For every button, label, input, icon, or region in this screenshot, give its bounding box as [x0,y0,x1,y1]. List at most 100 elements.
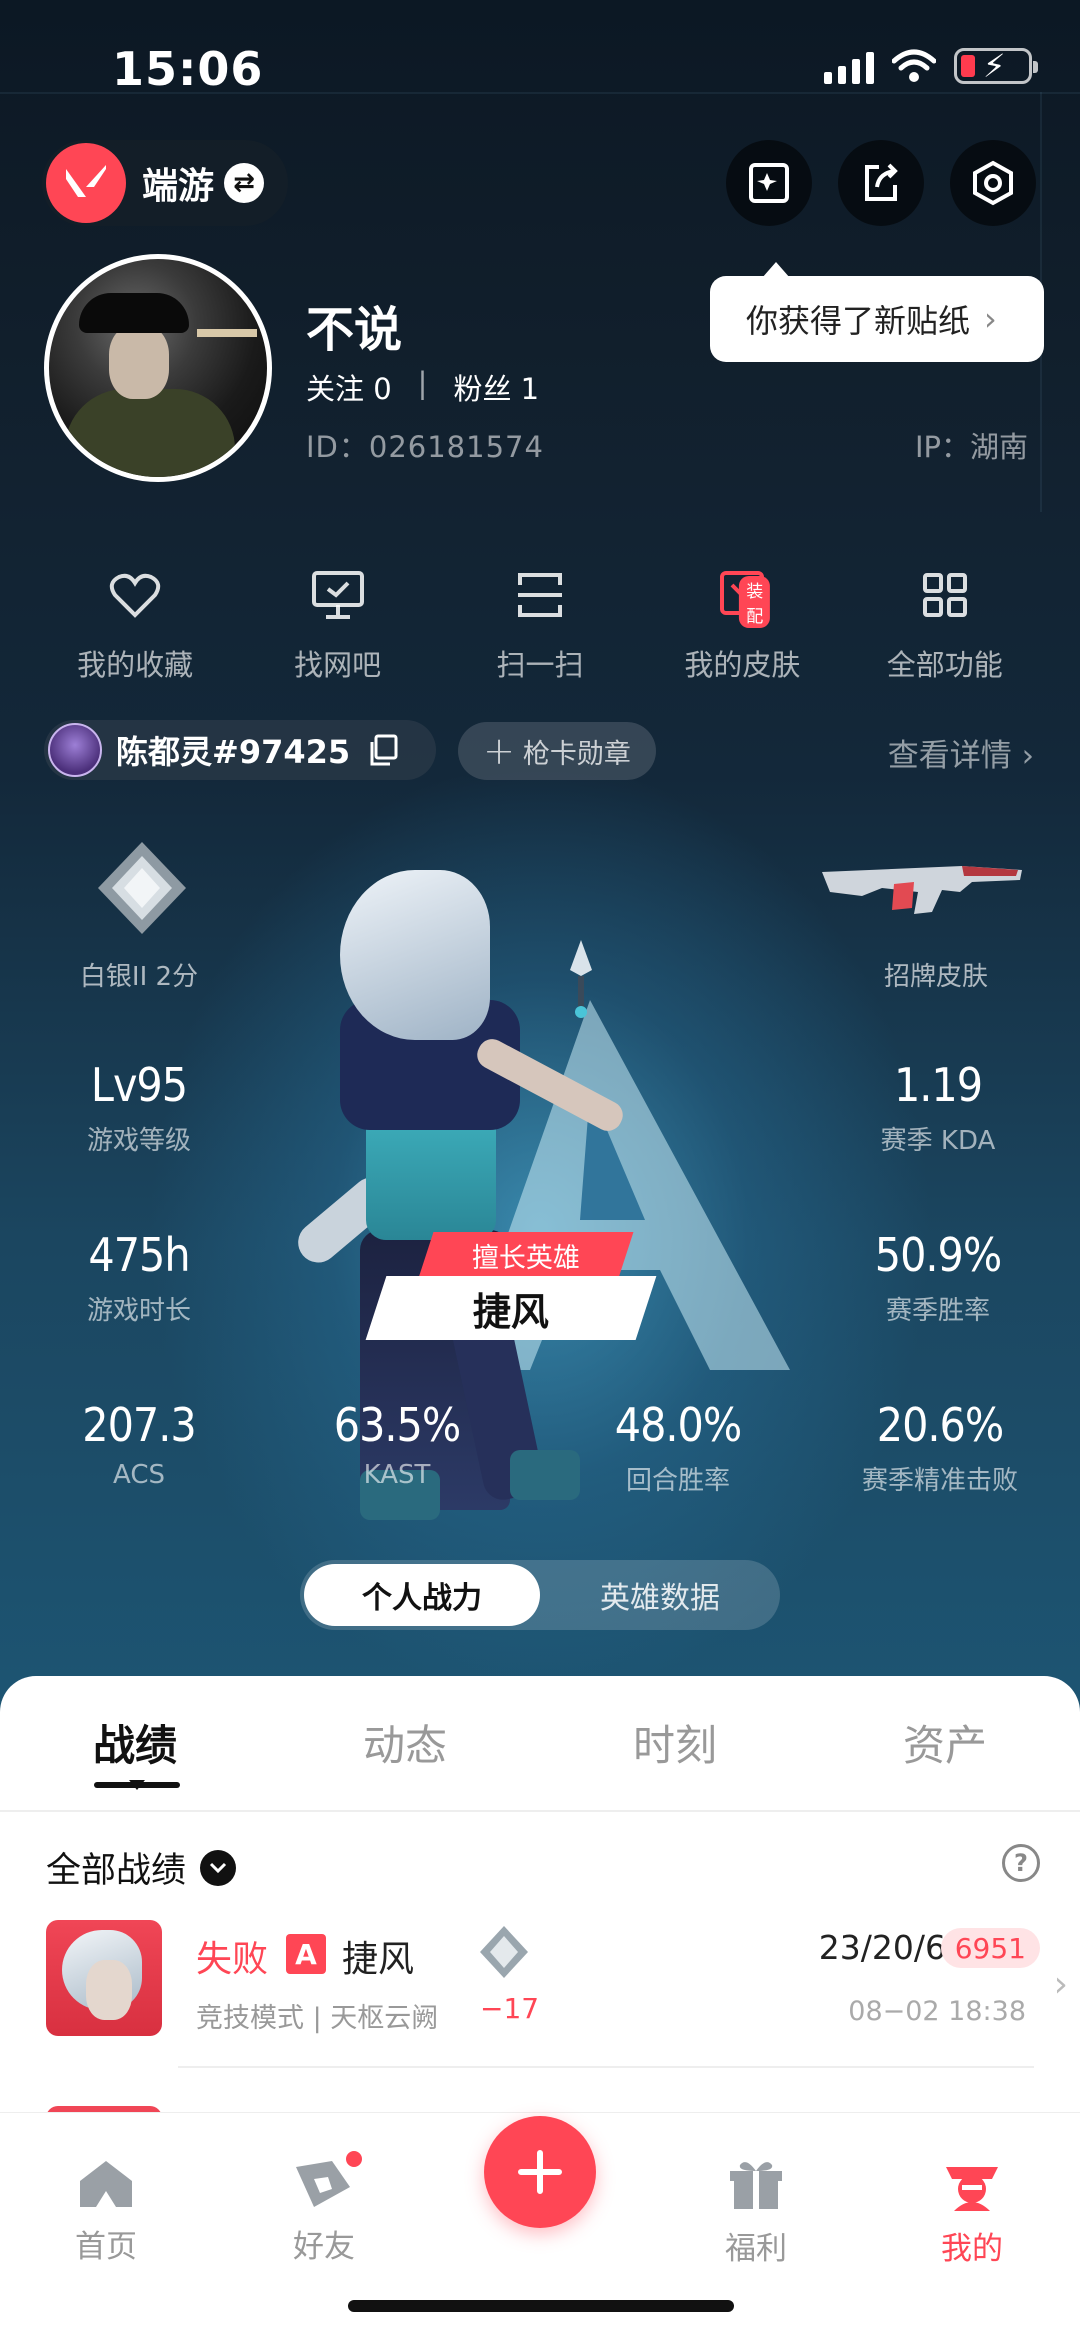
match-score: 6951 [940,1928,1040,1968]
quick-item-label: 我的皮肤 [684,648,801,682]
ip-location: IP：湖南 [914,430,1028,464]
create-post-button[interactable] [484,2116,596,2228]
user-id: ID：026181574 [306,430,544,464]
agent-thumbnail [46,1920,162,2036]
mode-tag: A [286,1934,326,1974]
quick-item-all[interactable]: 全部功能 [855,560,1035,684]
match-row[interactable]: 失败 A 捷风 竞技模式 | 天枢云阙 −17 23/20/6 6951 08−… [46,1920,1068,2050]
stat-hours: 475h 游戏时长 [54,1228,224,1327]
quick-item-label: 扫一扫 [496,648,584,682]
view-details-link[interactable]: 查看详情 › [888,730,1034,775]
notification-dot [344,2149,364,2169]
tab-indicator-notch [129,1780,145,1790]
rank-silver-icon [480,1926,528,1978]
stat-value: 20.6% [876,1398,1004,1452]
share-button[interactable] [838,140,924,226]
stat-level: Lv95 游戏等级 [54,1058,224,1157]
quick-item-label: 找网吧 [294,648,382,682]
stat-value: 1.19 [893,1058,983,1112]
segment-hero-data[interactable]: 英雄数据 [540,1560,780,1630]
swap-icon: ⇄ [224,163,265,203]
settings-hexagon-icon [973,160,1013,206]
skin-label: 招牌皮肤 [883,962,988,992]
nav-home[interactable]: 首页 [46,2157,166,2266]
app-switcher[interactable]: 端游 ⇄ [42,140,288,226]
records-filter[interactable]: 全部战绩 [46,1842,237,1893]
divider [178,2066,1034,2068]
nav-friends[interactable]: 好友 [264,2149,384,2266]
divider [0,1810,1080,1812]
match-mode-map: 竞技模式 | 天枢云阙 [196,2003,439,2034]
game-account-pill[interactable]: 陈都灵#97425 [44,720,436,780]
grid-icon [922,573,967,617]
quick-menu: 我的收藏 找网吧 扫一扫 装配 我的皮肤 全部功能 [0,560,1080,684]
home-icon [80,2161,132,2207]
sticker-icon [749,163,789,203]
stat-winrate: 50.9% 赛季胜率 [858,1228,1018,1327]
records-filter-label: 全部战绩 [46,1851,187,1891]
following-count[interactable]: 关注 0 [306,366,392,408]
match-time: 08−02 18:38 [848,1996,1026,2027]
match-result: 失败 [196,1939,269,1980]
stat-acs: 207.3 ACS [54,1398,224,1490]
share-icon [865,163,898,201]
tab-records[interactable]: 战绩 [0,1712,270,1773]
fans-count[interactable]: 粉丝 1 [453,366,539,408]
rank-silver-icon [98,842,186,934]
match-agent: 捷风 [342,1939,415,1980]
equip-badge: 装配 [739,576,771,628]
tab-feed[interactable]: 动态 [270,1712,540,1773]
help-icon[interactable]: ? [1002,1844,1040,1882]
quick-item-label: 全部功能 [886,648,1003,682]
quick-item-skins[interactable]: 装配 我的皮肤 [652,560,832,684]
weapon-skin-image [822,866,1022,914]
tooltip-text: 你获得了新贴纸 [746,302,971,340]
stat-label: 游戏时长 [86,1296,191,1326]
wifi-icon [892,49,936,82]
nav-me[interactable]: 我的 [912,2157,1032,2268]
stat-value: 475h [88,1228,190,1282]
sticker-button[interactable] [726,140,812,226]
quick-item-scan[interactable]: 扫一扫 [450,560,630,684]
chevron-down-icon [200,1849,237,1886]
card-badge-label: 枪卡勋章 [522,738,631,770]
stat-label: 赛季 KDA [880,1126,996,1156]
status-time: 15:06 [112,42,264,96]
settings-button[interactable] [950,140,1036,226]
stat-value: 63.5% [333,1398,461,1452]
quick-item-favorites[interactable]: 我的收藏 [45,560,225,684]
game-account-name: 陈都灵#97425 [116,733,351,771]
follow-stats: 关注 0 | 粉丝 1 [306,366,539,408]
match-kda: 23/20/6 [818,1928,946,1967]
copy-icon[interactable] [368,734,398,766]
segment-personal-power[interactable]: 个人战力 [304,1564,540,1626]
nav-label: 首页 [75,2229,137,2265]
status-icons: ⚡ [824,47,1038,85]
new-sticker-tooltip[interactable]: 你获得了新贴纸 › [710,262,1044,362]
stat-label: 游戏等级 [86,1126,191,1156]
nav-benefits[interactable]: 福利 [696,2157,816,2268]
stat-label: ACS [113,1460,165,1490]
avatar[interactable] [44,254,272,482]
gift-icon [730,2162,782,2209]
chevron-right-icon: › [1053,1964,1068,2005]
signal-icon [824,48,874,84]
plus-icon [518,2150,562,2194]
stat-round-winrate: 48.0% 回合胜率 [588,1398,768,1497]
tab-assets[interactable]: 资产 [810,1712,1080,1773]
stat-value: 207.3 [82,1398,196,1452]
card-badge-button[interactable]: + 枪卡勋章 [458,722,656,780]
monitor-icon [311,571,364,619]
stat-value: 48.0% [614,1398,742,1452]
stat-value: 50.9% [874,1228,1002,1282]
quick-item-netcafe[interactable]: 找网吧 [248,560,428,684]
home-indicator[interactable] [348,2300,734,2312]
agent-me-icon [946,2167,998,2211]
stats-segment-control: 个人战力 英雄数据 [300,1560,780,1630]
stat-label: 回合胜率 [625,1466,730,1496]
view-details-label: 查看详情 [887,738,1012,774]
quick-item-label: 我的收藏 [77,648,194,682]
nav-label: 我的 [941,2231,1003,2267]
heart-icon [110,573,161,618]
tab-moments[interactable]: 时刻 [540,1712,810,1773]
